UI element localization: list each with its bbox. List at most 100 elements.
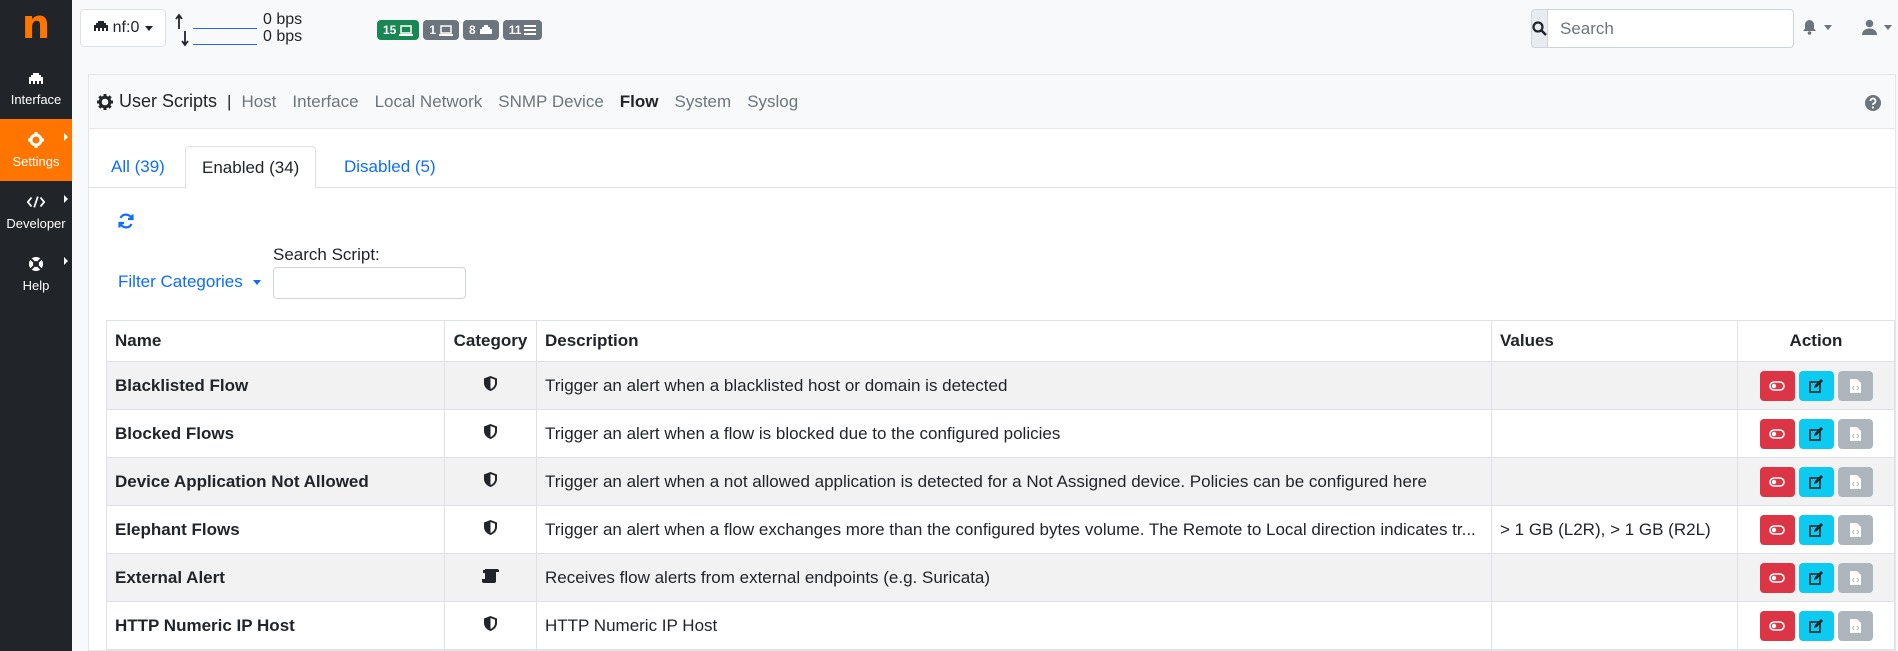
view-source-button[interactable]: [1837, 562, 1873, 593]
edit-script-button[interactable]: [1798, 562, 1834, 593]
tab-all[interactable]: All (39): [95, 146, 181, 188]
interface-selector[interactable]: nf:0: [80, 9, 166, 47]
edit-script-button[interactable]: [1798, 466, 1834, 497]
search-script-input[interactable]: [273, 267, 466, 299]
logo-letter: n: [21, 2, 51, 48]
ethernet-icon: [27, 69, 45, 87]
column-header-name[interactable]: Name: [106, 320, 445, 362]
subsystem-link-interface[interactable]: Interface: [292, 92, 358, 112]
subsystem-link-flow[interactable]: Flow: [620, 92, 659, 112]
edit-script-button[interactable]: [1798, 418, 1834, 449]
edit-icon: [1809, 522, 1823, 537]
sidebar-item-label: Settings: [12, 154, 60, 169]
toggle-script-button[interactable]: [1759, 370, 1795, 401]
column-header-values[interactable]: Values: [1491, 320, 1738, 362]
filter-categories-dropdown[interactable]: Filter Categories: [118, 272, 261, 292]
subsystem-link-syslog[interactable]: Syslog: [747, 92, 798, 112]
devices-badge[interactable]: 8: [463, 20, 499, 40]
edit-icon: [1809, 426, 1823, 441]
description-text: Trigger an alert when a not allowed appl…: [545, 471, 1428, 491]
code-icon: [27, 193, 45, 211]
toggle-script-button[interactable]: [1759, 514, 1795, 545]
toggle-script-button[interactable]: [1759, 610, 1795, 641]
caret-down-icon: [145, 25, 154, 31]
file-code-icon: [1849, 618, 1861, 633]
laptop-icon: [439, 24, 454, 36]
toggle-off-icon: [1769, 524, 1785, 535]
table-row: Elephant Flows Trigger an alert when a f…: [106, 505, 1895, 554]
flows-badge[interactable]: 11: [502, 20, 543, 40]
column-header-description[interactable]: Description: [536, 320, 1492, 362]
sidebar-item-interface[interactable]: Interface: [0, 56, 72, 119]
edit-script-button[interactable]: [1798, 370, 1834, 401]
script-name: Blocked Flows: [106, 409, 445, 458]
subsystem-link-local-network[interactable]: Local Network: [375, 92, 483, 112]
caret-down-icon: [252, 279, 261, 285]
toggle-script-button[interactable]: [1759, 562, 1795, 593]
toggle-script-button[interactable]: [1759, 466, 1795, 497]
view-source-button[interactable]: [1837, 514, 1873, 545]
user-menu[interactable]: [1862, 19, 1892, 35]
refresh-icon[interactable]: [117, 212, 135, 235]
user-scripts-table: Name Category Description Values Action …: [106, 320, 1895, 650]
script-category: [444, 361, 537, 410]
script-category: [444, 601, 537, 650]
search-input[interactable]: [1548, 9, 1794, 48]
toggle-off-icon: [1769, 476, 1785, 487]
edit-icon: [1809, 570, 1823, 585]
subsystem-link-host[interactable]: Host: [241, 92, 276, 112]
search-button[interactable]: [1531, 9, 1548, 48]
edit-script-button[interactable]: [1798, 514, 1834, 545]
ntopng-logo[interactable]: n: [0, 0, 72, 56]
subsystem-link-snmp-device[interactable]: SNMP Device: [498, 92, 604, 112]
question-circle-icon[interactable]: [1865, 95, 1881, 116]
toggle-script-button[interactable]: [1759, 418, 1795, 449]
notifications-menu[interactable]: [1802, 19, 1832, 35]
edit-icon: [1809, 378, 1823, 393]
host-badges: 15 1 8 11: [377, 20, 543, 40]
active-hosts-badge[interactable]: 15: [377, 20, 420, 40]
script-category: [444, 505, 537, 554]
script-name: Elephant Flows: [106, 505, 445, 554]
breadcrumb-separator: |: [227, 91, 232, 111]
script-description: Trigger an alert when a blacklisted host…: [536, 361, 1492, 410]
tab-enabled[interactable]: Enabled (34): [185, 146, 317, 189]
ethernet-icon: [93, 19, 109, 37]
script-actions: [1737, 361, 1895, 410]
column-header-action: Action: [1737, 320, 1895, 362]
description-text: HTTP Numeric IP Host: [545, 615, 718, 635]
edit-script-button[interactable]: [1798, 610, 1834, 641]
column-header-category[interactable]: Category: [444, 320, 537, 362]
edit-icon: [1809, 474, 1823, 489]
subsystem-link-system[interactable]: System: [675, 92, 732, 112]
page-title: User Scripts: [97, 91, 217, 112]
sidebar-item-developer[interactable]: Developer: [0, 181, 72, 243]
sidebar-item-help[interactable]: Help: [0, 243, 72, 305]
script-values: [1491, 553, 1738, 602]
tab-disabled[interactable]: Disabled (5): [328, 146, 452, 188]
sidebar-item-settings[interactable]: Settings: [0, 119, 72, 181]
download-sparkline: [193, 44, 257, 45]
badge-count: 8: [469, 23, 476, 37]
description-text: Trigger an alert when a blacklisted host…: [545, 375, 1008, 395]
local-hosts-badge[interactable]: 1: [423, 20, 460, 40]
script-description: Trigger an alert when a not allowed appl…: [536, 457, 1492, 506]
script-values: [1491, 409, 1738, 458]
description-text: Trigger an alert when a flow exchanges m…: [545, 519, 1476, 539]
bell-icon: [1803, 20, 1816, 35]
script-values: [1491, 361, 1738, 410]
view-source-button[interactable]: [1837, 418, 1873, 449]
edit-icon: [1809, 618, 1823, 633]
sidebar-item-label: Help: [22, 278, 50, 293]
top-navbar: nf:0 0 bps 0 bps 15 1 8 11: [72, 0, 1898, 57]
shield-icon: [484, 471, 497, 487]
script-values: [1491, 601, 1738, 650]
script-description: Trigger an alert when a flow exchanges m…: [536, 505, 1492, 554]
toggle-off-icon: [1769, 428, 1785, 439]
sidebar-item-label: Developer: [6, 216, 66, 231]
table-row: Blacklisted Flow Trigger an alert when a…: [106, 361, 1895, 410]
view-source-button[interactable]: [1837, 466, 1873, 497]
view-source-button[interactable]: [1837, 610, 1873, 641]
toggle-off-icon: [1769, 620, 1785, 631]
view-source-button[interactable]: [1837, 370, 1873, 401]
